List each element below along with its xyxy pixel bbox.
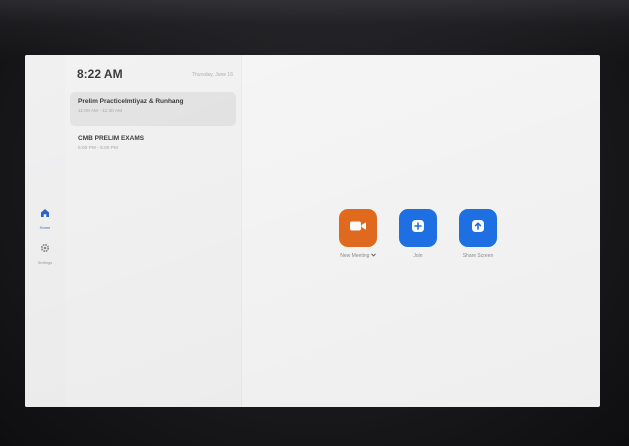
- video-camera-icon: [349, 219, 367, 237]
- share-screen-action: Share Screen: [448, 209, 508, 259]
- meeting-item[interactable]: CMB PRELIM EXAMS 5:00 PM - 5:00 PM: [70, 129, 236, 159]
- nav-item-settings[interactable]: Settings: [25, 240, 65, 265]
- new-meeting-action: New Meeting: [328, 209, 388, 259]
- bezel-glare: [0, 0, 629, 60]
- new-meeting-button[interactable]: [339, 209, 377, 247]
- chevron-down-icon: [370, 253, 376, 259]
- join-label: Join: [413, 253, 423, 259]
- meeting-item[interactable]: Prelim PracticeImtiyaz & Runhang 11:00 A…: [70, 92, 236, 126]
- meeting-title: Prelim PracticeImtiyaz & Runhang: [78, 98, 184, 105]
- touch-screen: Home Settings 8:22 AM Thursday, June 16 …: [25, 55, 600, 407]
- share-screen-button[interactable]: [459, 209, 497, 247]
- current-date: Thursday, June 16: [191, 72, 233, 78]
- gear-icon: [40, 240, 50, 258]
- meeting-time: 5:00 PM - 5:00 PM: [78, 146, 118, 151]
- nav-rail: Home Settings: [25, 55, 66, 407]
- new-meeting-label[interactable]: New Meeting: [340, 253, 376, 259]
- meeting-time: 11:00 AM - 11:30 AM: [78, 109, 123, 114]
- meeting-title: CMB PRELIM EXAMS: [78, 135, 145, 142]
- schedule-panel: 8:22 AM Thursday, June 16 Prelim Practic…: [65, 55, 242, 407]
- share-screen-label: Share Screen: [462, 253, 494, 259]
- join-action: Join: [388, 209, 448, 259]
- device-frame: Home Settings 8:22 AM Thursday, June 16 …: [0, 0, 629, 446]
- nav-item-label: Home: [39, 225, 51, 230]
- clock-time: 8:22 AM: [77, 67, 123, 81]
- upload-arrow-icon: [471, 219, 485, 238]
- nav-item-label: Settings: [37, 260, 53, 265]
- join-button[interactable]: [399, 209, 437, 247]
- nav-item-home[interactable]: Home: [25, 205, 65, 230]
- plus-icon: [411, 219, 425, 238]
- home-icon: [40, 205, 50, 223]
